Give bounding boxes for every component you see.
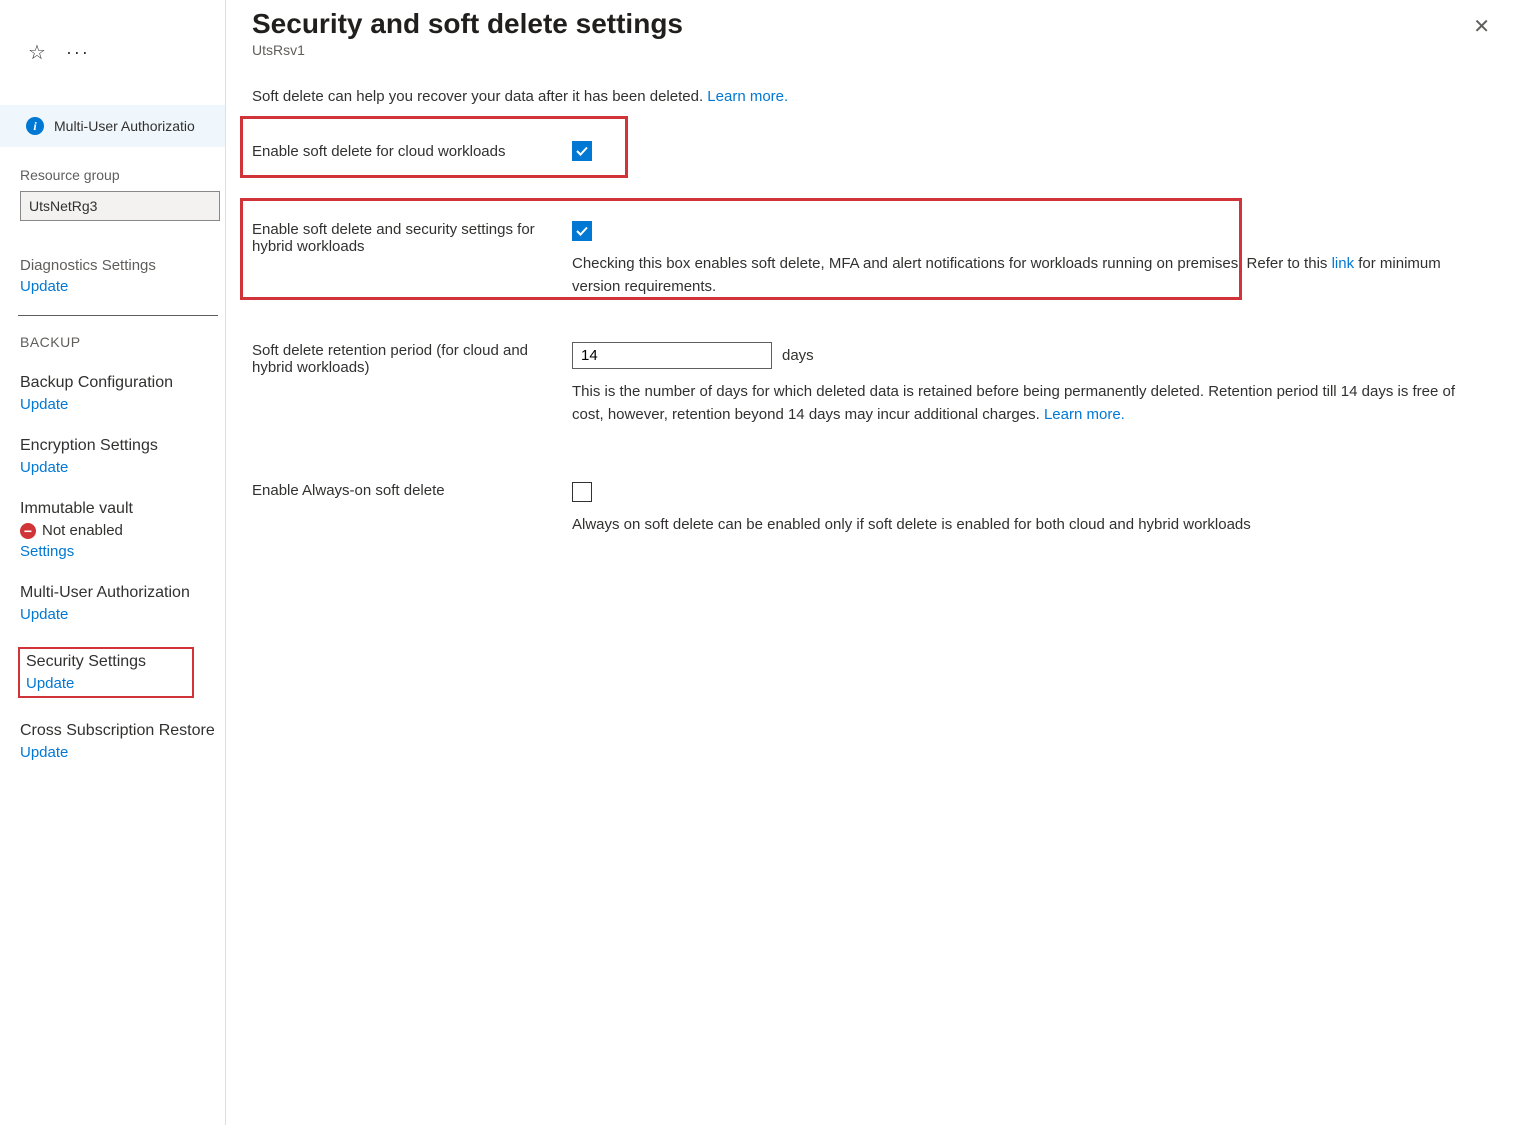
cross-sub-title: Cross Subscription Restore — [20, 722, 225, 740]
not-enabled-icon: − — [20, 523, 36, 539]
security-update-link[interactable]: Update — [26, 675, 186, 692]
retention-input[interactable] — [572, 342, 772, 369]
favorite-icon[interactable]: ☆ — [28, 40, 46, 65]
encryption-item: Encryption Settings Update — [20, 437, 225, 476]
intro-text: Soft delete can help you recover your da… — [252, 88, 1490, 105]
cloud-workloads-checkbox[interactable] — [572, 141, 592, 161]
cross-sub-update-link[interactable]: Update — [20, 744, 225, 761]
immutable-status: − Not enabled — [20, 522, 225, 539]
panel-subtitle: UtsRsv1 — [252, 42, 683, 58]
resource-group-label: Resource group — [20, 167, 225, 183]
backup-config-item: Backup Configuration Update — [20, 374, 225, 413]
backup-heading: BACKUP — [20, 334, 225, 350]
cloud-workloads-row: Enable soft delete for cloud workloads — [252, 141, 1490, 161]
more-icon[interactable]: ··· — [66, 42, 90, 63]
cross-sub-item: Cross Subscription Restore Update — [20, 722, 225, 761]
diagnostics-label: Diagnostics Settings — [20, 257, 225, 274]
always-on-label: Enable Always-on soft delete — [252, 482, 572, 499]
check-icon — [575, 224, 589, 238]
mua-title: Multi-User Authorization — [20, 584, 225, 602]
hybrid-helper-text: Checking this box enables soft delete, M… — [572, 253, 1490, 298]
resource-group-input[interactable] — [20, 191, 220, 221]
encryption-title: Encryption Settings — [20, 437, 225, 455]
main-panel: Security and soft delete settings UtsRsv… — [226, 0, 1516, 1125]
hybrid-workloads-row: Enable soft delete and security settings… — [252, 221, 1490, 298]
cloud-workloads-label: Enable soft delete for cloud workloads — [252, 143, 572, 160]
intro-learn-more-link[interactable]: Learn more. — [707, 88, 788, 105]
retention-row: Soft delete retention period (for cloud … — [252, 342, 1490, 426]
intro-text-body: Soft delete can help you recover your da… — [252, 88, 707, 105]
panel-title: Security and soft delete settings — [252, 8, 683, 40]
hybrid-workloads-checkbox[interactable] — [572, 221, 592, 241]
always-on-helper-text: Always on soft delete can be enabled onl… — [572, 514, 1490, 537]
not-enabled-text: Not enabled — [42, 522, 123, 539]
encryption-update-link[interactable]: Update — [20, 459, 225, 476]
retention-helper-body: This is the number of days for which del… — [572, 383, 1455, 423]
always-on-row: Enable Always-on soft delete Always on s… — [252, 482, 1490, 537]
retention-learn-more-link[interactable]: Learn more. — [1044, 406, 1125, 423]
mua-item: Multi-User Authorization Update — [20, 584, 225, 623]
security-title: Security Settings — [26, 653, 186, 671]
days-label: days — [782, 347, 814, 364]
backup-config-title: Backup Configuration — [20, 374, 225, 392]
always-on-checkbox[interactable] — [572, 482, 592, 502]
mua-update-link[interactable]: Update — [20, 606, 225, 623]
immutable-settings-link[interactable]: Settings — [20, 543, 225, 560]
diagnostics-update-link[interactable]: Update — [20, 278, 225, 295]
hybrid-workloads-label: Enable soft delete and security settings… — [252, 221, 572, 255]
backup-config-update-link[interactable]: Update — [20, 396, 225, 413]
sidebar: ☆ ··· i Multi-User Authorizatio Resource… — [0, 0, 226, 1125]
immutable-title: Immutable vault — [20, 500, 225, 518]
close-icon[interactable]: ✕ — [1473, 14, 1490, 39]
retention-helper-text: This is the number of days for which del… — [572, 381, 1490, 426]
top-icons: ☆ ··· — [20, 40, 225, 65]
immutable-item: Immutable vault − Not enabled Settings — [20, 500, 225, 560]
hybrid-helper-link[interactable]: link — [1332, 255, 1355, 272]
retention-label: Soft delete retention period (for cloud … — [252, 342, 572, 376]
check-icon — [575, 144, 589, 158]
info-icon: i — [26, 117, 44, 135]
divider — [18, 315, 218, 316]
info-banner[interactable]: i Multi-User Authorizatio — [0, 105, 225, 147]
security-highlight-box: Security Settings Update — [18, 647, 194, 698]
info-banner-text: Multi-User Authorizatio — [54, 118, 195, 134]
panel-header: Security and soft delete settings UtsRsv… — [252, 8, 1490, 58]
hybrid-helper-pre: Checking this box enables soft delete, M… — [572, 255, 1332, 272]
